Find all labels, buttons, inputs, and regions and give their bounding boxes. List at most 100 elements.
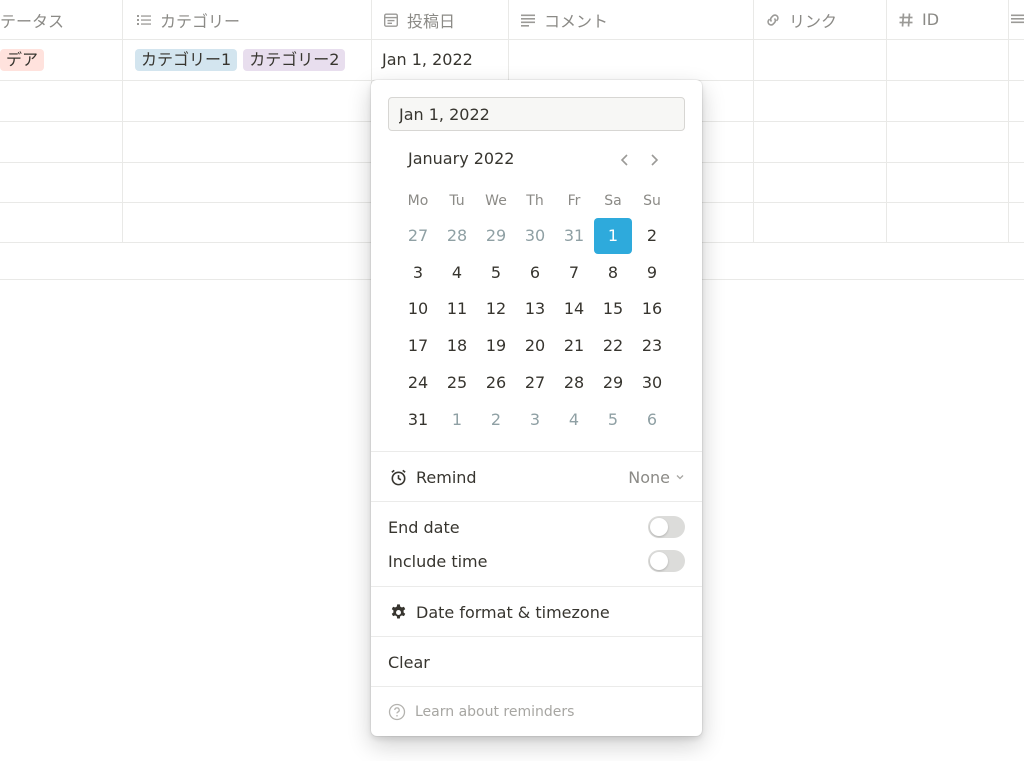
calendar-day[interactable]: 1 [438, 402, 476, 438]
table-cell[interactable] [123, 202, 372, 242]
calendar-day[interactable]: 14 [555, 291, 593, 327]
column-header-link[interactable]: リンク [754, 0, 887, 39]
column-header-extra[interactable] [1009, 0, 1024, 39]
list-icon [135, 11, 153, 29]
table-cell[interactable] [754, 162, 887, 202]
calendar-day[interactable]: 13 [516, 291, 554, 327]
calendar-day[interactable]: 6 [633, 402, 671, 438]
calendar-day[interactable]: 24 [399, 365, 437, 401]
text-lines-icon [1009, 11, 1024, 29]
remind-dropdown[interactable]: None [628, 462, 685, 492]
calendar-day[interactable]: 4 [438, 255, 476, 291]
column-header-label: カテゴリー [160, 11, 241, 31]
calendar-day[interactable]: 27 [516, 365, 554, 401]
table-cell[interactable] [887, 202, 1009, 242]
date-input[interactable] [388, 97, 685, 131]
table-cell[interactable] [754, 202, 887, 242]
table-cell[interactable] [754, 122, 887, 162]
calendar-day[interactable]: 29 [477, 218, 515, 254]
calendar-day[interactable]: 31 [399, 402, 437, 438]
column-header-date[interactable]: 投稿日 [372, 0, 509, 39]
calendar-day[interactable]: 6 [516, 255, 554, 291]
calendar-day[interactable]: 28 [555, 365, 593, 401]
calendar-day[interactable]: 2 [633, 218, 671, 254]
calendar-day[interactable]: 23 [633, 328, 671, 364]
calendar-day[interactable]: 9 [633, 255, 671, 291]
calendar-day[interactable]: 22 [594, 328, 632, 364]
category-cell[interactable]: カテゴリー1 カテゴリー2 [123, 40, 372, 80]
table-cell[interactable] [0, 81, 123, 121]
calendar-day[interactable]: 10 [399, 291, 437, 327]
divider [371, 451, 702, 452]
table-cell[interactable] [1009, 202, 1024, 242]
weekday-label: Tu [449, 193, 465, 209]
link-cell[interactable] [754, 40, 887, 80]
calendar-day[interactable]: 16 [633, 291, 671, 327]
calendar-day[interactable]: 5 [594, 402, 632, 438]
comment-cell[interactable] [509, 40, 754, 80]
table-cell[interactable] [123, 162, 372, 202]
end-date-toggle[interactable] [648, 516, 685, 538]
table-cell[interactable] [0, 122, 123, 162]
calendar-day[interactable]: 20 [516, 328, 554, 364]
calendar-day[interactable]: 15 [594, 291, 632, 327]
calendar-day[interactable]: 8 [594, 255, 632, 291]
remind-row[interactable]: Remind None [388, 462, 685, 492]
table-cell[interactable] [887, 122, 1009, 162]
calendar-day[interactable]: 31 [555, 218, 593, 254]
calendar-day[interactable]: 21 [555, 328, 593, 364]
calendar-day[interactable]: 12 [477, 291, 515, 327]
clear-button[interactable]: Clear [388, 647, 685, 677]
calendar-day-grid: 27 28 29 30 31 1 2 3 4 5 6 7 8 9 10 11 12 13 14 15 16 17 18 19 2… [400, 218, 694, 438]
include-time-row[interactable]: Include time [388, 546, 685, 576]
calendar-day[interactable]: 25 [438, 365, 476, 401]
table-cell[interactable] [0, 202, 123, 242]
calendar-day-selected[interactable]: 1 [594, 218, 632, 254]
calendar-day[interactable]: 18 [438, 328, 476, 364]
calendar-day[interactable]: 28 [438, 218, 476, 254]
calendar-day[interactable]: 3 [399, 255, 437, 291]
date-format-row[interactable]: Date format & timezone [388, 597, 685, 627]
calendar-day[interactable]: 5 [477, 255, 515, 291]
status-cell[interactable]: デア [0, 40, 123, 80]
calendar-day[interactable]: 30 [516, 218, 554, 254]
column-header-id[interactable]: ID [887, 0, 1009, 39]
calendar-day[interactable]: 19 [477, 328, 515, 364]
table-cell[interactable] [887, 162, 1009, 202]
calendar-day[interactable]: 3 [516, 402, 554, 438]
next-month-button[interactable] [644, 150, 664, 170]
calendar-day[interactable]: 27 [399, 218, 437, 254]
remind-value: None [628, 467, 670, 487]
calendar-day[interactable]: 7 [555, 255, 593, 291]
include-time-toggle[interactable] [648, 550, 685, 572]
date-cell[interactable]: Jan 1, 2022 [372, 40, 509, 80]
id-cell[interactable] [887, 40, 1009, 80]
column-header-comment[interactable]: コメント [509, 0, 754, 39]
table-cell[interactable] [1009, 122, 1024, 162]
calendar-day[interactable]: 2 [477, 402, 515, 438]
calendar-day[interactable]: 26 [477, 365, 515, 401]
table-cell[interactable] [1009, 162, 1024, 202]
previous-month-button[interactable] [615, 150, 635, 170]
weekday-label: Mo [407, 193, 429, 209]
extra-cell[interactable] [1009, 40, 1024, 80]
table-cell[interactable] [0, 162, 123, 202]
table-cell[interactable] [123, 122, 372, 162]
weekday-label: Sa [604, 193, 622, 209]
table-cell[interactable] [123, 81, 372, 121]
table-cell[interactable] [887, 81, 1009, 121]
learn-reminders-link[interactable]: Learn about reminders [388, 700, 574, 724]
alarm-clock-icon [388, 467, 408, 487]
column-header-label: ID [922, 10, 940, 29]
calendar-day[interactable]: 30 [633, 365, 671, 401]
calendar-day[interactable]: 17 [399, 328, 437, 364]
calendar-day[interactable]: 29 [594, 365, 632, 401]
column-header-category[interactable]: カテゴリー [123, 0, 372, 39]
column-header-status[interactable]: テータス [0, 0, 123, 39]
end-date-row[interactable]: End date [388, 512, 685, 542]
table-cell[interactable] [1009, 81, 1024, 121]
calendar-day[interactable]: 11 [438, 291, 476, 327]
category-tag: カテゴリー2 [243, 49, 346, 71]
table-cell[interactable] [754, 81, 887, 121]
calendar-day[interactable]: 4 [555, 402, 593, 438]
